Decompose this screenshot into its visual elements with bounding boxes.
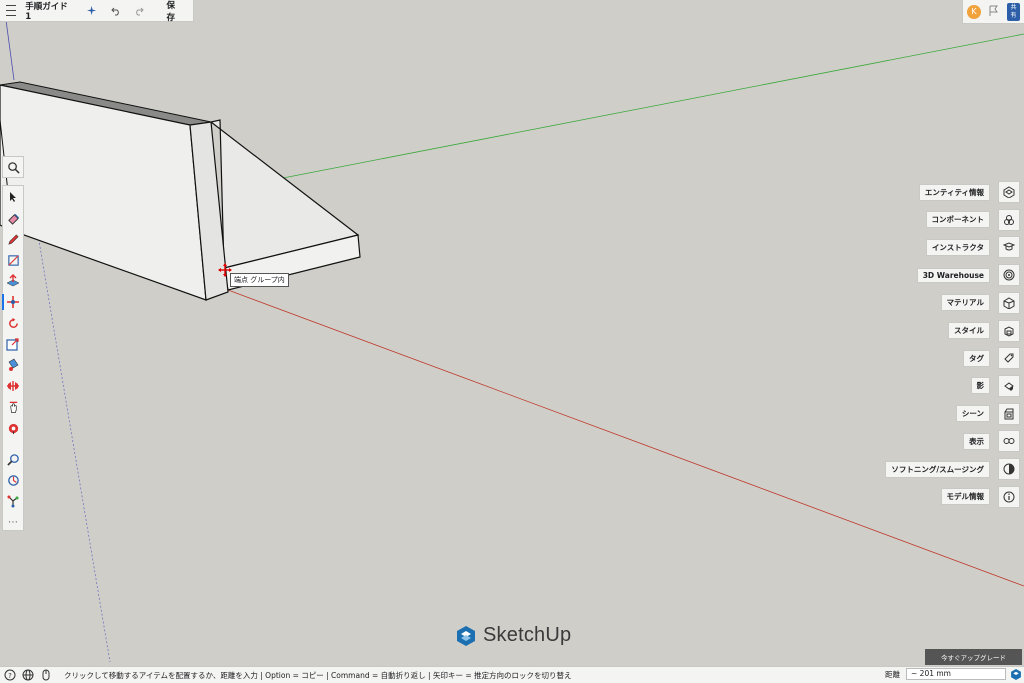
modeling-viewport[interactable]: 端点 グループ内 [0,0,1024,666]
panel-button-instructor[interactable] [998,236,1020,259]
panel-button-display[interactable] [998,430,1020,453]
panel-row-tags: タグ [963,347,1020,370]
blue-axis-dashed [37,234,111,663]
undo-icon[interactable] [104,0,127,22]
more-icon[interactable]: ⋯ [3,512,23,532]
model-scene[interactable] [0,0,1024,666]
blue-axis [5,19,15,81]
panel-label-materials[interactable]: マテリアル [940,294,990,312]
panel-label-display[interactable]: 表示 [963,432,990,450]
panel-button-styles[interactable] [998,319,1020,342]
panel-label-model-info[interactable]: モデル情報 [940,488,990,506]
panel-button-warehouse[interactable] [998,264,1020,287]
orbit-hand-icon[interactable] [3,397,23,417]
panel-label-soften[interactable]: ソフトニング/スムージング [885,460,990,478]
panel-button-components[interactable] [998,208,1020,231]
instructor-icon [1003,242,1015,251]
entity-info-icon [1003,186,1015,198]
model-info-icon [1003,491,1015,503]
status-bar: ? クリックして移動するアイテムを配置するか、距離を入力 | Option = … [0,666,1024,683]
panel-row-soften: ソフトニング/スムージング [885,458,1020,480]
help-icon[interactable]: ? [2,667,18,683]
left-toolbar: ⋯ [2,185,24,531]
panel-label-components[interactable]: コンポーネント [925,211,990,229]
sketchup-status-icon [1010,668,1022,683]
components-icon [1004,214,1014,225]
display-icon [1003,438,1015,445]
soften-icon [1003,463,1015,475]
notifications-icon[interactable] [989,2,999,21]
paint-icon[interactable] [3,355,23,375]
panel-label-tags[interactable]: タグ [963,349,990,367]
panel-label-entity-info[interactable]: エンティティ情報 [918,183,990,201]
brand-name: SketchUp [483,624,572,646]
share-button[interactable]: 共 有 [1007,2,1020,21]
green-axis [282,33,1024,179]
styles-icon [1004,325,1014,337]
panel-label-warehouse[interactable]: 3D Warehouse [916,267,990,283]
zoom-icon[interactable] [3,449,23,469]
hamburger-icon[interactable] [0,0,21,22]
panel-row-components: コンポーネント [925,208,1020,231]
globe-icon[interactable] [20,667,36,683]
panel-button-tags[interactable] [998,347,1020,370]
rotate-icon[interactable] [3,313,23,333]
measure-label: 距離 [885,669,900,679]
save-button[interactable]: 保存 [157,0,193,23]
document-title[interactable]: 手順ガイド 1 [21,0,81,22]
red-axis [227,289,1024,587]
eraser-icon[interactable] [3,208,23,228]
panel-label-styles[interactable]: スタイル [948,322,990,339]
inference-tooltip: 端点 グループ内 [230,273,289,287]
panel-row-model-info: モデル情報 [940,485,1020,508]
panel-row-display: 表示 [963,430,1020,453]
search-icon [7,161,20,174]
panel-button-model-info[interactable] [998,485,1020,508]
sketchup-logo: SketchUp [455,624,571,647]
account-area: K 共 有 [962,0,1024,24]
walk-icon[interactable] [3,470,23,490]
avatar[interactable]: K [967,4,981,19]
measurements-input[interactable]: ~ 201 mm [906,668,1006,680]
move-icon[interactable] [2,292,23,312]
pan-icon[interactable] [3,418,23,438]
search-tool-button[interactable] [2,156,24,178]
mouse-icon[interactable] [38,667,54,683]
measurements-box: 距離 ~ 201 mm [885,668,1006,680]
document-toolbar: 手順ガイド 1 保存 [0,0,194,23]
panel-button-materials[interactable] [998,291,1020,314]
redo-icon[interactable] [127,0,150,22]
panel-row-scenes: シーン [955,402,1020,425]
panel-row-shadows: 影 [970,374,1020,397]
materials-icon [1003,297,1015,309]
upgrade-button[interactable]: 今すぐアップグレード [925,649,1022,665]
panel-label-instructor[interactable]: インストラクタ [925,238,990,256]
panel-row-instructor: インストラクタ [925,236,1020,259]
svg-text:?: ? [8,672,12,680]
flip-icon[interactable] [3,376,23,396]
scenes-icon [1004,408,1014,420]
sketchup-logo-icon [457,625,475,646]
pencil-icon[interactable] [3,229,23,249]
panel-row-warehouse: 3D Warehouse [916,264,1020,287]
panel-row-materials: マテリアル [940,291,1020,314]
panel-label-scenes[interactable]: シーン [955,405,990,423]
panel-row-styles: スタイル [948,319,1020,342]
shadows-icon [1004,382,1014,391]
shape-icon[interactable] [3,250,23,270]
panel-button-scenes[interactable] [998,402,1020,425]
panel-button-soften[interactable] [998,458,1020,480]
axes-icon[interactable] [3,491,23,511]
status-hint: クリックして移動するアイテムを配置するか、距離を入力 | Option = コピ… [64,670,572,680]
warehouse-icon [1003,269,1015,281]
push-pull-icon[interactable] [3,271,23,291]
sparkle-icon[interactable] [81,0,104,22]
select-icon[interactable] [3,187,23,207]
panel-label-shadows[interactable]: 影 [970,377,990,395]
panel-button-entity-info[interactable] [998,181,1020,203]
panel-button-shadows[interactable] [998,374,1020,397]
panel-row-entity-info: エンティティ情報 [918,181,1020,203]
tags-icon [1004,353,1014,363]
scale-icon[interactable] [3,334,23,354]
